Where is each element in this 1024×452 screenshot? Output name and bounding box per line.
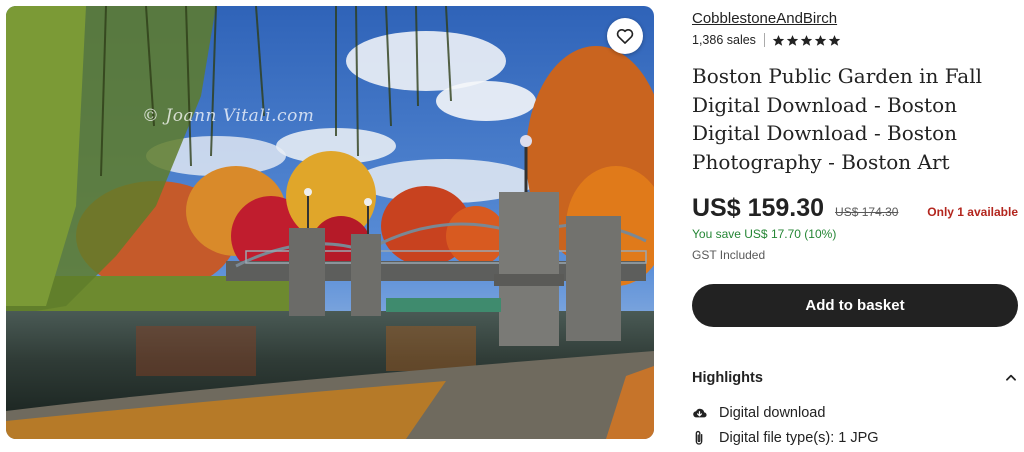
highlight-label: Digital file type(s): 1 JPG xyxy=(719,430,879,446)
highlights-title: Highlights xyxy=(692,370,763,386)
listing-title: Boston Public Garden in Fall Digital Dow… xyxy=(692,64,983,174)
shop-sales-rating: 1,386 sales xyxy=(692,33,841,47)
favorite-button[interactable] xyxy=(607,18,643,54)
photo-watermark: © Joann Vitali.com xyxy=(142,106,315,126)
highlight-label: Digital download xyxy=(719,405,826,421)
highlights-toggle[interactable]: Highlights xyxy=(692,370,1018,386)
star-icon xyxy=(800,34,813,46)
heart-icon xyxy=(616,28,634,44)
original-price: US$ 174.30 xyxy=(835,205,899,219)
shop-name-link[interactable]: CobblestoneAndBirch xyxy=(692,10,837,27)
star-icon xyxy=(786,34,799,46)
savings-text: You save US$ 17.70 (10%) xyxy=(692,227,837,241)
boston-garden-photo xyxy=(6,6,654,439)
add-to-basket-button[interactable]: Add to basket xyxy=(692,284,1018,327)
star-rating[interactable] xyxy=(772,34,841,47)
highlight-item-digital-download: Digital download xyxy=(692,405,825,421)
star-icon xyxy=(814,34,827,46)
availability-note: Only 1 available xyxy=(927,205,1018,219)
divider xyxy=(763,33,765,47)
paperclip-icon xyxy=(695,431,703,445)
current-price: US$ 159.30 xyxy=(692,194,825,222)
chevron-up-icon xyxy=(1006,374,1016,381)
tax-note: GST Included xyxy=(692,248,766,262)
sales-count: 1,386 sales xyxy=(692,33,756,47)
price-row: US$ 159.30 US$ 174.30 Only 1 available xyxy=(692,194,1018,223)
star-icon xyxy=(828,34,841,46)
star-icon xyxy=(772,34,785,46)
product-photo[interactable]: © Joann Vitali.com xyxy=(6,6,654,439)
highlight-item-file-type: Digital file type(s): 1 JPG xyxy=(692,430,879,446)
cloud-download-icon xyxy=(693,408,707,418)
